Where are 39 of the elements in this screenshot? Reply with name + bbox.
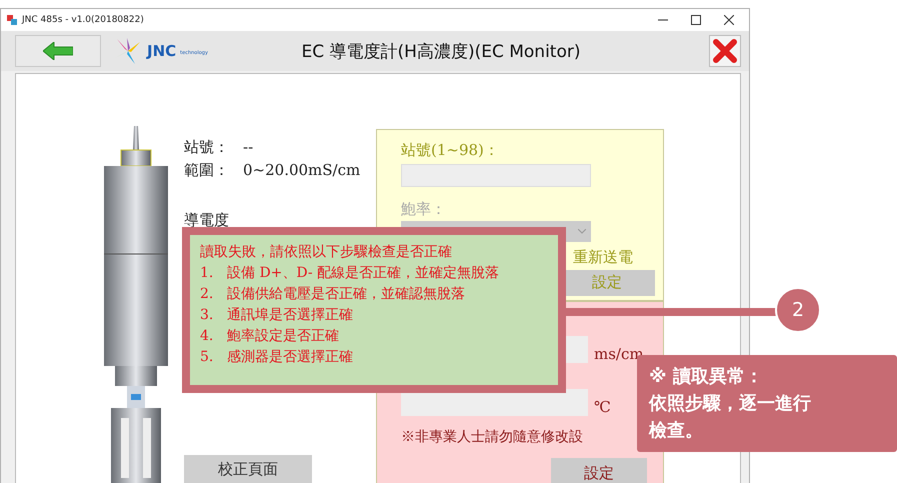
error-title: 讀取失敗，請依照以下步驟檢查是否正確: [200, 243, 453, 262]
logo-text: JNC: [147, 42, 176, 60]
close-page-button[interactable]: [709, 35, 741, 67]
step-number-badge: 2: [775, 287, 821, 333]
maximize-icon: [691, 15, 701, 25]
step-text: 通訊埠是否選擇正確: [227, 306, 353, 325]
warning-text: ※非專業人士請勿隨意修改設: [401, 428, 584, 447]
window-title: JNC 485s - v1.0(20180822): [22, 15, 145, 25]
step-text: 設備 D+、D- 配線是否正確，並確定無脫落: [227, 264, 500, 283]
station-label: 站號(1~98)：: [401, 140, 500, 160]
callout-text: 依照步驟，逐一進行: [649, 392, 812, 416]
power-note: 重新送電: [573, 246, 633, 268]
step-number: 2.: [200, 285, 214, 304]
left-arrow-icon: [43, 42, 73, 60]
station-input-field[interactable]: [401, 164, 591, 187]
info-value: --: [243, 137, 254, 158]
app-icon: [7, 15, 17, 25]
step-number: 1.: [200, 264, 214, 283]
callout-text: ※ 讀取異常：: [649, 365, 764, 389]
step-number: 3.: [200, 306, 214, 325]
page-title: EC 導電度計(H高濃度)(EC Monitor): [300, 40, 582, 62]
step-text: 鮑率設定是否正確: [227, 327, 339, 346]
reading-label: 導電度: [184, 210, 230, 230]
step-number: 4.: [200, 327, 214, 346]
callout-text: 檢查。: [649, 419, 704, 443]
close-icon: [713, 39, 737, 63]
info-label: 站號：: [184, 137, 229, 158]
chevron-down-icon: [578, 228, 586, 234]
step-text: 感測器是否選擇正確: [227, 348, 353, 367]
back-button[interactable]: [15, 35, 101, 67]
info-label: 範圍：: [184, 160, 229, 181]
temperature-unit: ℃: [594, 398, 611, 416]
step-number: 5.: [200, 348, 214, 367]
calibration-page-button[interactable]: 校正頁面: [184, 455, 312, 483]
info-value: 0~20.00mS/cm: [243, 160, 360, 181]
step-text: 設備供給電壓是否正確，並確認無脫落: [227, 285, 465, 304]
baud-label: 鮑率：: [401, 198, 447, 219]
close-icon: [724, 15, 734, 25]
calibration-set-button[interactable]: 設定: [551, 458, 647, 483]
